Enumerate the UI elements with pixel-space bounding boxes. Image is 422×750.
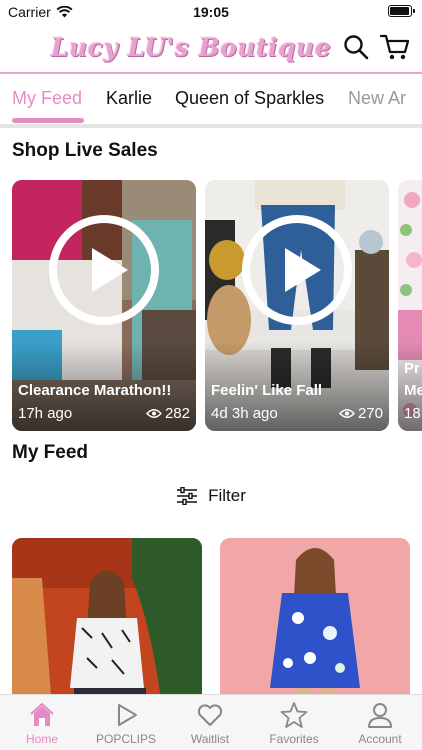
play-icon[interactable] xyxy=(48,214,160,326)
eye-icon xyxy=(339,409,355,418)
cart-icon[interactable] xyxy=(380,33,410,61)
view-count-value: 282 xyxy=(164,405,190,422)
nav-home[interactable]: Home xyxy=(0,701,84,746)
battery-icon xyxy=(388,5,415,17)
live-sale-card[interactable]: Pr Me 18 xyxy=(398,180,422,431)
nav-popclips[interactable]: POPCLIPS xyxy=(84,701,168,746)
nav-favorites[interactable]: Favorites xyxy=(252,701,336,746)
live-sale-card[interactable]: Feelin' Like Fall 4d 3h ago 270 xyxy=(205,180,389,431)
app-header: Lucy LU's Boutique xyxy=(0,24,422,72)
live-sale-title: Pr xyxy=(404,360,420,377)
sliders-icon xyxy=(177,487,198,505)
feed-item-image xyxy=(12,538,202,708)
live-sale-time: 4d 3h ago xyxy=(211,405,278,422)
live-sale-subtitle: Me xyxy=(404,382,422,399)
tab-karlie[interactable]: Karlie xyxy=(106,88,152,109)
live-sale-card[interactable]: Clearance Marathon!! 17h ago 282 xyxy=(12,180,196,431)
status-bar: Carrier 19:05 xyxy=(0,0,422,24)
live-sale-title: Feelin' Like Fall xyxy=(211,382,323,399)
tab-queen-of-sparkles[interactable]: Queen of Sparkles xyxy=(175,88,324,109)
nav-waitlist[interactable]: Waitlist xyxy=(168,701,252,746)
my-feed-title: My Feed xyxy=(12,442,89,463)
live-sale-time: 18 xyxy=(404,405,421,422)
nav-label: Waitlist xyxy=(190,732,230,746)
play-icon xyxy=(118,704,137,726)
tab-new-arrivals[interactable]: New Ar xyxy=(348,88,406,109)
live-sales-title: Shop Live Sales xyxy=(12,140,158,161)
nav-label: Account xyxy=(358,732,402,746)
active-tab-indicator xyxy=(12,118,84,123)
live-sale-time: 17h ago xyxy=(18,405,73,422)
boutique-logo[interactable]: Lucy LU's Boutique xyxy=(50,28,332,66)
tab-my-feed[interactable]: My Feed xyxy=(12,88,82,109)
play-icon[interactable] xyxy=(241,214,353,326)
nav-label: Favorites xyxy=(269,732,319,746)
tabs-divider xyxy=(0,124,422,128)
eye-icon xyxy=(146,409,162,418)
search-icon[interactable] xyxy=(342,33,370,61)
clock: 19:05 xyxy=(193,4,229,20)
home-icon xyxy=(30,703,54,726)
logo-text: Lucy LU's Boutique xyxy=(50,32,332,62)
live-sale-title: Clearance Marathon!! xyxy=(18,382,172,399)
feed-item-image xyxy=(220,538,410,708)
nav-account[interactable]: Account xyxy=(338,701,422,746)
bottom-tab-bar: Home POPCLIPS Waitlist Favorites Account xyxy=(0,694,422,750)
feed-item[interactable] xyxy=(12,538,202,708)
nav-label: POPCLIPS xyxy=(95,732,157,746)
user-icon xyxy=(368,703,392,728)
filter-label: Filter xyxy=(208,486,246,505)
view-count: 282 xyxy=(146,405,190,422)
star-icon xyxy=(280,702,308,728)
feed-tabs: My Feed Karlie Queen of Sparkles New Ar xyxy=(0,74,422,124)
filter-button[interactable]: Filter xyxy=(0,484,422,508)
nav-label: Home xyxy=(25,732,58,746)
heart-icon xyxy=(197,704,223,726)
view-count-value: 270 xyxy=(357,405,383,422)
feed-item[interactable] xyxy=(220,538,410,708)
view-count: 270 xyxy=(339,405,383,422)
live-sales-carousel[interactable]: Clearance Marathon!! 17h ago 282 Feelin'… xyxy=(12,180,422,431)
